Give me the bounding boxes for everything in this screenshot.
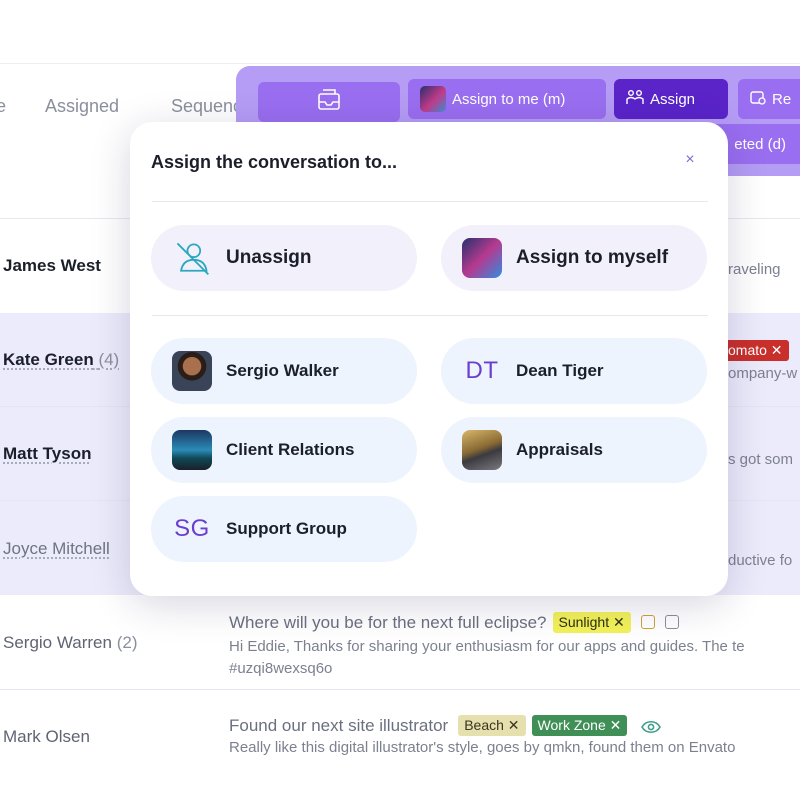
user-slash-icon [172, 238, 212, 278]
note-icon[interactable] [640, 615, 655, 629]
support-group-initials: SG [174, 515, 210, 542]
modal-divider [152, 315, 708, 316]
tag-beach[interactable]: Beach ✕ [458, 715, 526, 736]
unassign-label: Unassign [226, 247, 312, 268]
assignee-label: Dean Tiger [516, 361, 604, 380]
row-preview: s got som [728, 451, 794, 468]
assign-button[interactable]: Assign [614, 79, 728, 119]
app-root: e Assigned Sequence James West raveling … [0, 0, 800, 800]
assign-myself-option[interactable]: Assign to myself [441, 225, 707, 291]
user-avatar-thumb [420, 86, 446, 112]
my-avatar [462, 238, 502, 278]
contact-name: Matt Tyson [3, 444, 92, 463]
inbox-icon [315, 88, 343, 116]
tag-sunlight[interactable]: Sunlight ✕ [552, 612, 631, 633]
client-relations-avatar [172, 430, 212, 470]
row-preview: raveling [728, 261, 781, 278]
contact-name: Sergio Warren (2) [3, 633, 138, 652]
assignee-support-group[interactable]: SG Support Group [151, 496, 417, 562]
contact-name: Mark Olsen [3, 727, 90, 746]
appraisals-avatar [462, 430, 502, 470]
tab-assigned[interactable]: Assigned [45, 96, 119, 117]
assignee-label: Client Relations [226, 440, 355, 459]
eye-icon[interactable] [641, 719, 662, 739]
people-icon [626, 89, 644, 109]
row-subject: Where will you be for the next full ecli… [229, 612, 679, 633]
row-preview: Hi Eddie, Thanks for sharing your enthus… [229, 638, 745, 655]
unassign-option[interactable]: Unassign [151, 225, 417, 291]
row-preview: ompany-w [728, 365, 798, 382]
row-preview: Really like this digital illustrator's s… [229, 739, 736, 756]
assignee-label: Support Group [226, 519, 347, 538]
dean-tiger-initials: DT [465, 357, 499, 384]
tag-tomato[interactable]: omato ✕ [722, 340, 789, 361]
assign-label: Assign [650, 90, 696, 108]
contact-name: Kate Green (4) [3, 350, 120, 369]
row-preview: ductive fo [728, 552, 793, 569]
table-row[interactable]: Sergio Warren (2) Where will you be for … [0, 595, 800, 689]
assignee-appraisals[interactable]: Appraisals [441, 417, 707, 483]
calendar-clock-icon [750, 89, 766, 109]
remind-label: Re [772, 90, 792, 108]
modal-title: Assign the conversation to... [151, 152, 398, 172]
calendar-icon[interactable] [664, 615, 679, 629]
remind-button[interactable]: Re [738, 79, 800, 119]
close-icon[interactable]: × [680, 150, 700, 170]
row-subject: Found our next site illustrator Beach ✕ Wo… [229, 715, 662, 739]
completed-label: eted (d) [734, 135, 786, 153]
modal-divider [152, 201, 708, 202]
table-row[interactable]: Mark Olsen Found our next site illustrat… [0, 690, 800, 784]
assign-to-me-label: Assign to me (m) [452, 90, 566, 108]
assignee-dean-tiger[interactable]: DT Dean Tiger [441, 338, 707, 404]
assignee-client-relations[interactable]: Client Relations [151, 417, 417, 483]
assignee-sergio-walker[interactable]: Sergio Walker [151, 338, 417, 404]
assign-modal: Assign the conversation to... × Unassign… [130, 122, 728, 596]
contact-name: James West [3, 256, 101, 275]
contact-name: Joyce Mitchell [3, 539, 110, 558]
row-preview-id: #uzqi8wexsq6o [229, 660, 333, 677]
sergio-walker-avatar [172, 351, 212, 391]
assign-to-me-button[interactable]: Assign to me (m) [408, 79, 606, 119]
inbox-move-button[interactable] [258, 82, 400, 122]
tab-previous[interactable]: e [0, 96, 6, 117]
assign-myself-label: Assign to myself [516, 247, 669, 268]
assignee-label: Sergio Walker [226, 361, 339, 380]
assignee-label: Appraisals [516, 440, 603, 459]
top-divider [0, 63, 800, 64]
tag-work-zone[interactable]: Work Zone ✕ [531, 715, 628, 736]
